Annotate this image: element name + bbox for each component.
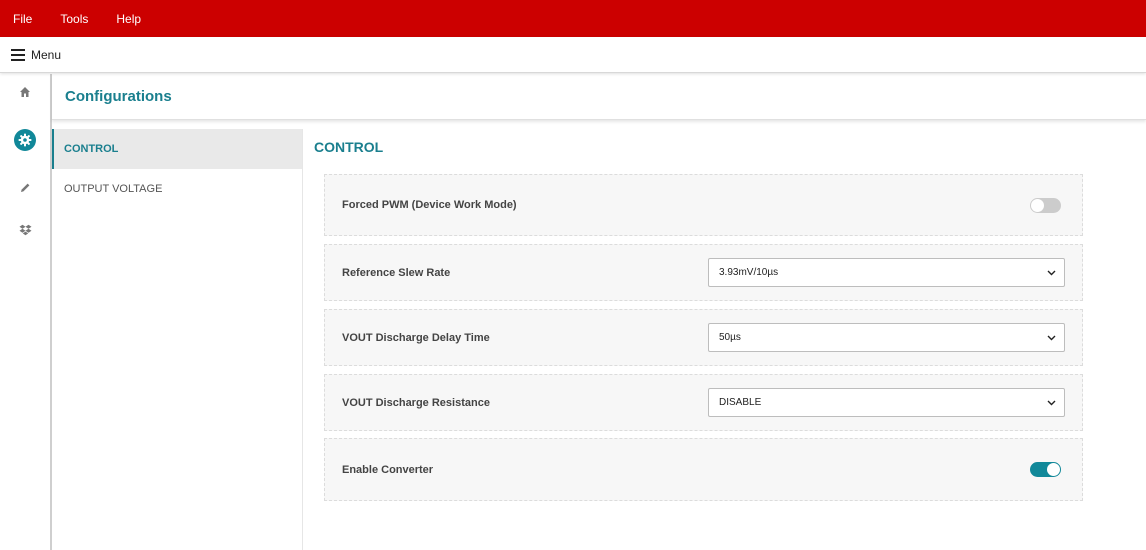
- vout-discharge-delay-select[interactable]: 50µs: [708, 323, 1065, 352]
- page-title: Configurations: [65, 88, 172, 105]
- setting-label: VOUT Discharge Resistance: [342, 396, 490, 409]
- pencil-icon[interactable]: [0, 178, 50, 198]
- forced-pwm-toggle[interactable]: [1030, 197, 1061, 213]
- setting-label: Enable Converter: [342, 463, 434, 476]
- setting-label: VOUT Discharge Delay Time: [342, 331, 490, 344]
- chevron-down-icon: [1047, 335, 1056, 341]
- reference-slew-rate-select[interactable]: 3.93mV/10µs: [708, 258, 1065, 287]
- hamburger-icon[interactable]: [11, 48, 25, 61]
- subnav-item-control[interactable]: CONTROL: [52, 129, 302, 169]
- menu-help[interactable]: Help: [116, 12, 141, 26]
- menubar: File Tools Help: [0, 0, 1146, 37]
- home-icon[interactable]: [0, 82, 50, 102]
- subnav-item-label: OUTPUT VOLTAGE: [64, 183, 163, 195]
- setting-label: Forced PWM (Device Work Mode): [342, 199, 517, 211]
- menu-toggle-label[interactable]: Menu: [31, 48, 61, 62]
- vout-discharge-resistance-select[interactable]: DISABLE: [708, 388, 1065, 417]
- chevron-down-icon: [1047, 270, 1056, 276]
- select-value: DISABLE: [719, 397, 762, 408]
- menu-file[interactable]: File: [13, 12, 32, 26]
- subnav-item-output-voltage[interactable]: OUTPUT VOLTAGE: [52, 169, 302, 209]
- setting-row-forced-pwm: Forced PWM (Device Work Mode): [324, 174, 1083, 236]
- setting-row-vout-discharge-resistance: VOUT Discharge Resistance DISABLE: [324, 374, 1083, 431]
- section-title: CONTROL: [314, 139, 384, 155]
- gear-icon[interactable]: [0, 128, 50, 152]
- chevron-down-icon: [1047, 400, 1056, 406]
- setting-row-reference-slew-rate: Reference Slew Rate 3.93mV/10µs: [324, 244, 1083, 301]
- menu-toggle-bar: Menu: [0, 37, 1146, 73]
- setting-label: Reference Slew Rate: [342, 266, 451, 279]
- dropbox-icon[interactable]: [0, 220, 50, 240]
- page-header: Configurations: [52, 74, 1146, 120]
- config-content: CONTROL Forced PWM (Device Work Mode) Re…: [303, 120, 1146, 550]
- menu-tools[interactable]: Tools: [60, 12, 88, 26]
- select-value: 3.93mV/10µs: [719, 267, 779, 278]
- subnav-item-label: CONTROL: [64, 143, 119, 155]
- config-subnav: CONTROL OUTPUT VOLTAGE: [52, 129, 303, 550]
- left-icon-nav: [0, 74, 52, 550]
- select-value: 50µs: [719, 332, 741, 343]
- setting-row-vout-discharge-delay: VOUT Discharge Delay Time 50µs: [324, 309, 1083, 366]
- enable-converter-toggle[interactable]: [1030, 462, 1061, 477]
- setting-row-enable-converter: Enable Converter: [324, 438, 1083, 501]
